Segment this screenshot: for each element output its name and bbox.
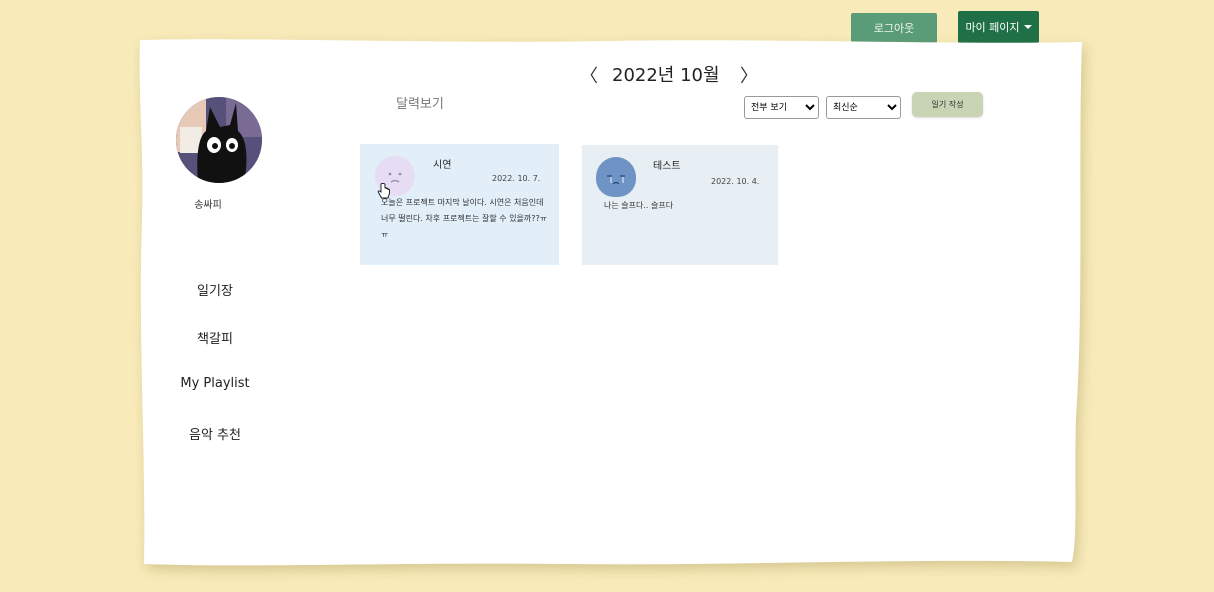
caret-down-icon [1023, 25, 1032, 29]
diary-paper [138, 38, 1084, 566]
diary-card[interactable]: 시연 2022. 10. 7. 오늘은 프로젝트 마지막 날이다. 시연은 처음… [360, 144, 559, 265]
crying-blue-icon [596, 157, 636, 197]
diary-body: 오늘은 프로젝트 마지막 날이다. 시연은 처음인데 너무 떨린다. 차후 프로… [381, 198, 548, 239]
sort-select[interactable]: 최신순 [826, 96, 901, 119]
diary-body: 나는 슬프다.. 슬프다 [604, 201, 674, 210]
diary-date: 2022. 10. 7. [492, 174, 541, 183]
sidebar-item-music-recommend[interactable]: 음악 추천 [160, 424, 270, 443]
hand-cursor-icon [377, 183, 390, 199]
sidebar-item-diary[interactable]: 일기장 [160, 280, 270, 299]
prev-month-button[interactable]: 〈 [580, 62, 598, 88]
filter-select[interactable]: 전부 보기 [744, 96, 819, 119]
diary-title: 시연 [433, 160, 452, 171]
diary-title: 테스트 [653, 161, 681, 172]
my-page-label: 마이 페이지 [965, 21, 1020, 34]
calendar-view-link[interactable]: 달력보기 [396, 93, 444, 112]
diary-card[interactable]: 테스트 2022. 10. 4. 나는 슬프다.. 슬프다 [582, 145, 778, 265]
user-nickname: 송싸피 [194, 200, 222, 211]
sidebar-item-bookmark[interactable]: 책갈피 [160, 328, 270, 347]
write-diary-button[interactable]: 일기 작성 [912, 92, 983, 117]
next-month-button[interactable]: 〉 [740, 62, 758, 88]
logout-label: 로그아웃 [873, 22, 915, 35]
avatar [176, 97, 262, 183]
sidebar-item-my-playlist[interactable]: My Playlist [160, 376, 270, 391]
month-title: 2022년 10월 [612, 65, 720, 86]
diary-date: 2022. 10. 4. [711, 177, 760, 186]
